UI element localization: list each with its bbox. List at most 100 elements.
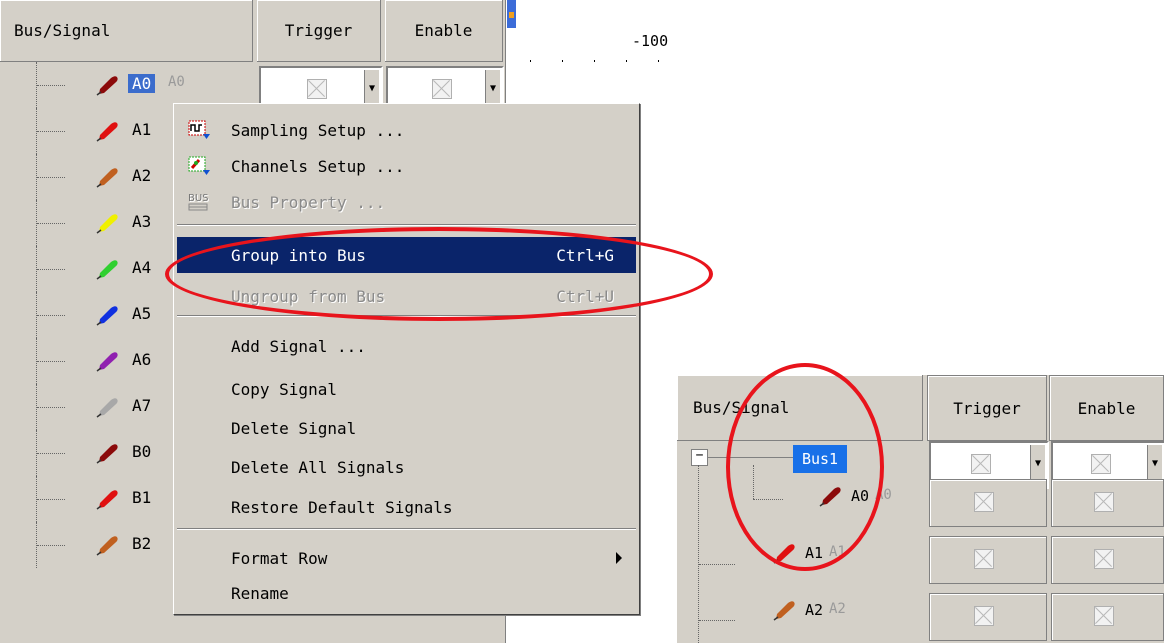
bus-signal-column-header[interactable]: Bus/Signal [0,0,253,62]
menu-item-label: Restore Default Signals [231,497,453,517]
menu-item-label: Sampling Setup ... [231,120,405,140]
probe-icon [96,534,120,556]
probe-icon [96,166,120,188]
disabled-checkbox-icon [1094,492,1114,512]
tree-connector [37,361,65,362]
menu-item-rename[interactable]: Rename [177,575,636,611]
disabled-checkbox-icon [1094,606,1114,626]
tree-connector [37,499,65,500]
signal-label[interactable]: A2 [132,166,151,185]
probe-icon [96,488,120,510]
tree-connector [37,223,65,224]
trigger-column-header[interactable]: Trigger [927,375,1047,441]
signal-label[interactable]: B2 [132,534,151,553]
enable-header-label: Enable [1077,398,1136,418]
menu-item-format-row[interactable]: Format Row [177,540,636,576]
tree-connector [37,177,65,178]
menu-item-label: Delete All Signals [231,457,405,477]
signal-label[interactable]: A5 [132,304,151,323]
menu-item-bus-property[interactable]: BUS Bus Property ... [177,184,636,220]
signal-label[interactable]: A3 [132,212,151,231]
probe-icon [96,212,120,234]
enable-cell[interactable] [1051,479,1164,527]
trigger-header-label: Trigger [953,398,1021,418]
signal-label[interactable]: A1 [132,120,151,139]
probe-icon [96,74,120,96]
menu-item-sampling-setup[interactable]: Sampling Setup ... [177,112,636,148]
signal-label[interactable]: A6 [132,350,151,369]
bus-property-icon: BUS [187,190,211,214]
context-menu: Sampling Setup ... Channels Setup ... BUS B… [173,103,640,615]
signal-label[interactable]: A2 [805,601,823,619]
tree-connector [37,407,65,408]
probe-icon [773,599,797,621]
enable-cell[interactable] [1051,593,1164,641]
timeline-label: -100 [632,32,669,50]
menu-item-delete-signal[interactable]: Delete Signal [177,410,636,446]
tree-connector [37,131,65,132]
time-cursor-handle[interactable] [507,0,516,28]
cursor-marker [509,12,514,18]
enable-cell[interactable] [1051,536,1164,584]
collapse-bus-icon[interactable]: − [691,449,708,466]
disabled-checkbox-icon [1091,454,1111,474]
menu-item-channels-setup[interactable]: Channels Setup ... [177,148,636,184]
enable-header-label: Enable [414,21,473,40]
annotation-oval-menu [165,227,713,321]
trigger-header-label: Trigger [284,21,353,40]
menu-separator [177,224,636,226]
signal-label[interactable]: A7 [132,396,151,415]
disabled-checkbox-icon [1094,549,1114,569]
signal-alias: A0 [168,74,185,90]
probe-icon [96,304,120,326]
enable-column-header[interactable]: Enable [385,0,503,62]
dropdown-arrow-icon[interactable]: ▼ [364,70,379,106]
menu-separator [177,528,636,530]
tree-connector [37,85,65,86]
trigger-cell[interactable] [929,479,1047,527]
menu-item-label: Add Signal ... [231,336,366,356]
menu-item-label: Bus Property ... [231,192,386,212]
probe-icon [96,350,120,372]
signal-label[interactable]: A4 [132,258,151,277]
disabled-checkbox-icon [971,454,991,474]
menu-item-copy-signal[interactable]: Copy Signal [177,371,636,407]
signal-label[interactable]: A0 [128,74,156,93]
trigger-cell[interactable] [929,593,1047,641]
sampling-icon [187,118,211,142]
menu-item-label: Format Row [231,548,328,568]
signal-label[interactable]: B1 [132,488,151,507]
trigger-cell[interactable] [929,536,1047,584]
tree-connector [37,269,65,270]
svg-text:BUS: BUS [188,193,209,204]
probe-icon [96,258,120,280]
tree-connector [37,545,65,546]
dropdown-arrow-icon[interactable]: ▼ [1030,445,1045,481]
signal-row[interactable]: A0 A0 [0,62,253,108]
probe-icon [96,120,120,142]
disabled-checkbox-icon [307,79,327,99]
menu-item-delete-all-signals[interactable]: Delete All Signals [177,449,636,485]
disabled-checkbox-icon [974,492,994,512]
timeline-ruler[interactable]: -100 [505,0,675,68]
dropdown-arrow-icon[interactable]: ▼ [1147,445,1162,481]
menu-item-label: Copy Signal [231,379,337,399]
probe-icon [96,442,120,464]
enable-column-header[interactable]: Enable [1049,375,1164,441]
signal-label[interactable]: B0 [132,442,151,461]
expander-glyph: − [695,448,704,463]
menu-item-add-signal[interactable]: Add Signal ... [177,328,636,364]
disabled-checkbox-icon [974,606,994,626]
trigger-column-header[interactable]: Trigger [257,0,381,62]
signal-alias: A2 [829,601,846,617]
menu-item-restore-default-signals[interactable]: Restore Default Signals [177,489,636,525]
tree-connector [699,620,735,621]
disabled-checkbox-icon [974,549,994,569]
channels-icon [187,154,211,178]
menu-item-label: Rename [231,583,289,603]
tree-connector [37,453,65,454]
bus-signal-header-label: Bus/Signal [14,21,111,40]
annotation-oval-bus [726,363,884,571]
dropdown-arrow-icon[interactable]: ▼ [485,70,500,106]
tree-connector [698,465,699,643]
